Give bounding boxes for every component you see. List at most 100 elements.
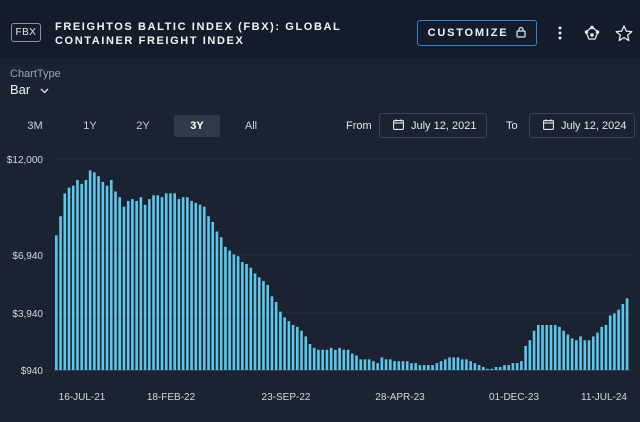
chart-bar[interactable] xyxy=(617,309,620,370)
chart-bar[interactable] xyxy=(439,361,443,370)
chart-bar[interactable] xyxy=(148,199,151,370)
to-date-picker[interactable]: July 12, 2024 xyxy=(529,113,635,138)
chart-bar[interactable] xyxy=(97,176,100,370)
chart-bar[interactable] xyxy=(67,187,71,370)
chart-bar[interactable] xyxy=(384,359,388,370)
chart-bar[interactable] xyxy=(621,303,625,370)
chart-bar[interactable] xyxy=(389,359,392,370)
chart-bar[interactable] xyxy=(266,284,270,370)
customize-button[interactable]: CUSTOMIZE xyxy=(417,20,537,46)
chart-bar[interactable] xyxy=(262,281,265,370)
range-all-button[interactable]: All xyxy=(236,115,266,137)
chart-bar[interactable] xyxy=(452,357,456,370)
chart-bar[interactable] xyxy=(456,357,460,370)
chart-bar[interactable] xyxy=(308,344,312,370)
from-date-picker[interactable]: July 12, 2021 xyxy=(379,113,487,138)
chart-bar[interactable] xyxy=(477,365,481,370)
chart-bar[interactable] xyxy=(274,302,278,370)
chart-bar[interactable] xyxy=(207,216,210,370)
chart-bar[interactable] xyxy=(494,366,498,370)
chart-bar[interactable] xyxy=(304,336,308,370)
chart-bar[interactable] xyxy=(295,326,299,370)
chart-bar[interactable] xyxy=(236,256,240,370)
chart-bar[interactable] xyxy=(558,326,561,370)
chart-bar[interactable] xyxy=(469,361,472,370)
chart-bar[interactable] xyxy=(393,361,396,370)
chart-bar[interactable] xyxy=(410,363,413,370)
chart-bar[interactable] xyxy=(532,330,536,370)
chart-bar[interactable] xyxy=(553,324,557,370)
chart-bar[interactable] xyxy=(241,262,244,370)
chart-bar[interactable] xyxy=(219,237,223,370)
chart-bar[interactable] xyxy=(181,197,185,370)
chart-bar[interactable] xyxy=(473,363,477,370)
range-1y-button[interactable]: 1Y xyxy=(75,115,105,137)
chart-bar[interactable] xyxy=(80,183,83,370)
chart-bar[interactable] xyxy=(215,231,219,371)
range-3m-button[interactable]: 3M xyxy=(20,115,50,137)
chart-bar[interactable] xyxy=(490,368,494,370)
chart-bar[interactable] xyxy=(350,353,354,370)
chart-bar[interactable] xyxy=(583,340,587,370)
chart-bar[interactable] xyxy=(334,349,337,370)
chart-bar[interactable] xyxy=(198,204,202,370)
chart-type-select[interactable]: Bar xyxy=(10,82,49,97)
chart-bar[interactable] xyxy=(414,363,417,370)
chart-bar[interactable] xyxy=(367,359,371,370)
chart-bar[interactable] xyxy=(152,195,155,370)
chart-bar[interactable] xyxy=(422,365,426,370)
chart-bar[interactable] xyxy=(342,349,346,370)
chart-bar[interactable] xyxy=(177,199,181,370)
chart-bar[interactable] xyxy=(545,324,549,370)
chart-bar[interactable] xyxy=(418,365,422,370)
range-2y-button[interactable]: 2Y xyxy=(128,115,158,137)
chart-bar[interactable] xyxy=(232,254,236,370)
chart-bar[interactable] xyxy=(549,324,553,370)
chart-bar[interactable] xyxy=(126,200,130,370)
chart-bar[interactable] xyxy=(355,355,358,371)
chart-bar[interactable] xyxy=(135,200,138,370)
chart-bar[interactable] xyxy=(566,334,570,370)
chart-bar[interactable] xyxy=(228,250,231,370)
chart-bar[interactable] xyxy=(587,340,591,370)
chart-bar[interactable] xyxy=(173,193,176,370)
chart-bar[interactable] xyxy=(257,277,261,370)
chart-bar[interactable] xyxy=(109,179,113,370)
chart-bar[interactable] xyxy=(524,345,527,370)
chart-bar[interactable] xyxy=(202,206,206,370)
chart-bar[interactable] xyxy=(118,197,122,370)
chart-bar[interactable] xyxy=(164,193,168,370)
chart-bar[interactable] xyxy=(270,296,274,370)
chart-bar[interactable] xyxy=(604,324,608,370)
chart-bar[interactable] xyxy=(160,197,164,370)
chart-bar[interactable] xyxy=(465,359,468,370)
chart-bar[interactable] xyxy=(435,363,439,370)
more-vertical-icon[interactable] xyxy=(549,22,571,44)
chart-bar[interactable] xyxy=(211,221,215,370)
chart-bar[interactable] xyxy=(114,191,117,370)
chart-bar[interactable] xyxy=(427,365,430,370)
chart-bar[interactable] xyxy=(338,347,341,370)
range-3y-button[interactable]: 3Y xyxy=(174,115,220,137)
chart-bar[interactable] xyxy=(186,197,189,370)
chart-bar[interactable] xyxy=(329,347,333,370)
chart-bar[interactable] xyxy=(291,324,295,370)
chart-bar[interactable] xyxy=(143,204,147,370)
chart-bar[interactable] xyxy=(122,206,126,370)
chart-bar[interactable] xyxy=(625,298,629,370)
chart-bar[interactable] xyxy=(283,317,286,370)
chart-bar[interactable] xyxy=(528,340,532,370)
chart-bar[interactable] xyxy=(562,330,565,370)
share-icon[interactable] xyxy=(581,22,603,44)
chart-bar[interactable] xyxy=(363,359,367,370)
chart-bar[interactable] xyxy=(105,185,109,370)
chart-bar[interactable] xyxy=(279,311,282,370)
chart-bar[interactable] xyxy=(321,349,324,370)
chart-bar[interactable] xyxy=(359,359,363,370)
chart-bar[interactable] xyxy=(482,366,485,370)
chart-bar[interactable] xyxy=(570,338,574,370)
chart-bar[interactable] xyxy=(600,326,604,370)
chart-bar[interactable] xyxy=(194,202,198,370)
chart-bar[interactable] xyxy=(380,357,384,370)
chart-bar[interactable] xyxy=(443,359,447,370)
